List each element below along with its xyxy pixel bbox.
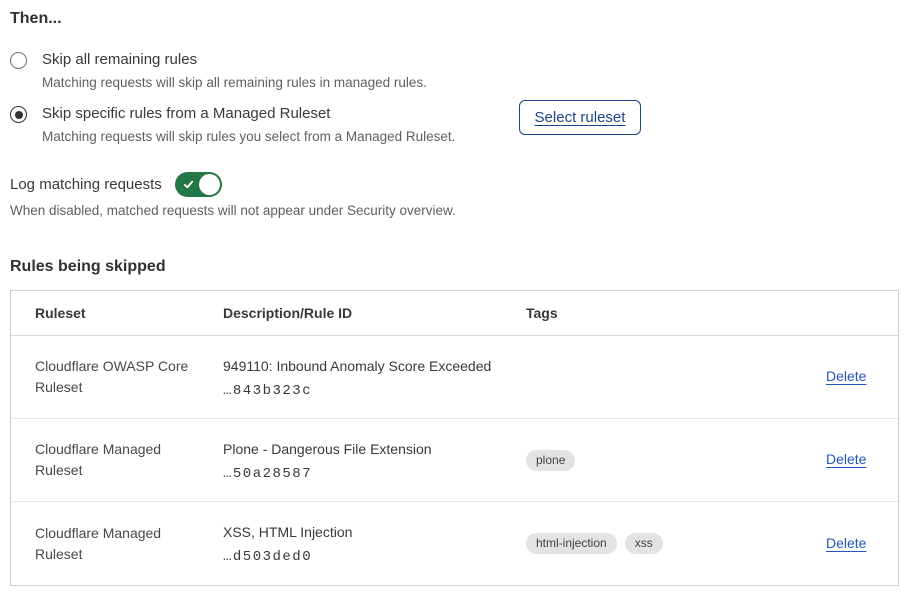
table-row: Cloudflare OWASP Core Ruleset 949110: In…: [11, 336, 898, 419]
tag-badge: html-injection: [526, 533, 617, 554]
ruleset-name: Cloudflare Managed Ruleset: [11, 439, 223, 481]
log-toggle[interactable]: [175, 172, 222, 197]
radio-option-skip-specific[interactable]: Skip specific rules from a Managed Rules…: [10, 104, 455, 145]
table-row: Cloudflare Managed Ruleset XSS, HTML Inj…: [11, 502, 898, 585]
actions-cell: Delete: [826, 451, 899, 469]
radio-dot: [15, 111, 23, 119]
rules-being-skipped-heading: Rules being skipped: [10, 258, 166, 276]
col-header-tags: Tags: [526, 305, 826, 321]
ruleset-name: Cloudflare Managed Ruleset: [11, 523, 223, 565]
table-header-row: Ruleset Description/Rule ID Tags: [11, 291, 898, 336]
log-matching-requests-row: Log matching requests: [10, 172, 222, 197]
rule-description-cell: 949110: Inbound Anomaly Score Exceeded ……: [223, 356, 526, 399]
table-row: Cloudflare Managed Ruleset Plone - Dange…: [11, 419, 898, 502]
radio-option-skip-all[interactable]: Skip all remaining rules Matching reques…: [10, 50, 427, 91]
rule-description: XSS, HTML Injection: [223, 522, 526, 542]
check-icon: [183, 179, 194, 190]
tag-badge: plone: [526, 450, 575, 471]
rule-id: …d503ded0: [223, 549, 526, 565]
radio-option-label: Skip specific rules from a Managed Rules…: [42, 104, 455, 124]
delete-link[interactable]: Delete: [826, 535, 866, 551]
rule-description-cell: Plone - Dangerous File Extension …50a285…: [223, 439, 526, 482]
select-ruleset-button-label: Select ruleset: [535, 109, 626, 126]
rules-table: Ruleset Description/Rule ID Tags Cloudfl…: [10, 290, 899, 586]
tags-cell: plone: [526, 450, 826, 471]
tag-badge: xss: [625, 533, 663, 554]
delete-link[interactable]: Delete: [826, 451, 866, 467]
rule-description: 949110: Inbound Anomaly Score Exceeded: [223, 356, 526, 376]
col-header-description: Description/Rule ID: [223, 305, 526, 321]
col-header-ruleset: Ruleset: [11, 305, 223, 321]
log-toggle-label: Log matching requests: [10, 176, 162, 193]
rule-description: Plone - Dangerous File Extension: [223, 439, 526, 459]
rule-id: …843b323c: [223, 383, 526, 399]
rule-description-cell: XSS, HTML Injection …d503ded0: [223, 522, 526, 565]
radio-selected-icon[interactable]: [10, 106, 27, 123]
delete-link[interactable]: Delete: [826, 368, 866, 384]
select-ruleset-button[interactable]: Select ruleset: [519, 100, 641, 135]
radio-option-label: Skip all remaining rules: [42, 50, 427, 70]
tags-cell: html-injection xss: [526, 533, 826, 554]
actions-cell: Delete: [826, 368, 899, 386]
then-heading: Then...: [10, 10, 62, 28]
radio-option-description: Matching requests will skip rules you se…: [42, 128, 455, 145]
toggle-knob: [199, 174, 220, 195]
ruleset-name: Cloudflare OWASP Core Ruleset: [11, 356, 223, 398]
radio-option-description: Matching requests will skip all remainin…: [42, 74, 427, 91]
actions-cell: Delete: [826, 535, 899, 553]
rule-id: …50a28587: [223, 466, 526, 482]
radio-unselected-icon[interactable]: [10, 52, 27, 69]
log-toggle-description: When disabled, matched requests will not…: [10, 203, 456, 218]
